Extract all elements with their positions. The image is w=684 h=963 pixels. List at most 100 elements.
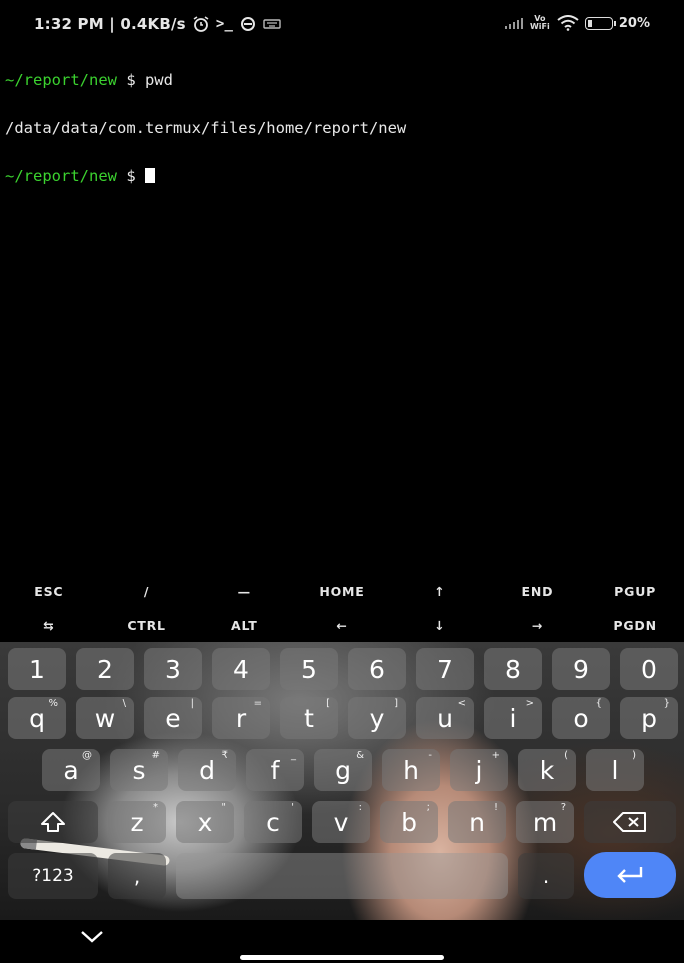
key-2[interactable]: 2 (76, 648, 134, 690)
key-secondary-label: ? (560, 802, 566, 813)
key-label: j (475, 755, 483, 785)
extra-keys-bar: ESC / — HOME ↑ END PGUP ⇆ CTRL ALT ← ↓ →… (0, 574, 684, 642)
key-j[interactable]: j + (450, 749, 508, 791)
key-r[interactable]: r = (212, 697, 270, 739)
extra-key-down-arrow[interactable]: ↓ (391, 608, 489, 642)
key-l[interactable]: l) (586, 749, 644, 791)
key-e[interactable]: e | (144, 697, 202, 739)
extra-key-left-arrow[interactable]: ← (293, 608, 391, 642)
key-label: 5 (301, 654, 317, 684)
time-and-speed: 1:32 PM | 0.4KB/s (34, 15, 186, 33)
key-label: g (335, 755, 351, 785)
key-y[interactable]: y] (348, 697, 406, 739)
key-8[interactable]: 8 (484, 648, 542, 690)
extra-key-esc[interactable]: ESC (0, 574, 98, 608)
extra-key-pgdn[interactable]: PGDN (586, 608, 684, 642)
key-g[interactable]: g & (314, 749, 372, 791)
key-4[interactable]: 4 (212, 648, 270, 690)
key-label: y (369, 703, 385, 733)
key-o[interactable]: o{ (552, 697, 610, 739)
key-9[interactable]: 9 (552, 648, 610, 690)
enter-key[interactable] (584, 852, 676, 898)
key-label: 0 (641, 654, 657, 684)
extra-key-slash[interactable]: / (98, 574, 196, 608)
key-h[interactable]: h- (382, 749, 440, 791)
key-n[interactable]: n! (448, 801, 506, 843)
key-u[interactable]: u < (416, 697, 474, 739)
period-label: . (542, 864, 550, 888)
key-d[interactable]: d ₹ (178, 749, 236, 791)
key-label: c (266, 807, 280, 837)
hide-keyboard-chevron-icon[interactable] (80, 928, 104, 944)
terminal-cursor (144, 167, 155, 183)
key-label: r (235, 703, 247, 733)
terminal-output[interactable]: ~/report/new $ pwd /data/data/com.termux… (5, 42, 406, 199)
key-q[interactable]: q% (8, 697, 66, 739)
command-text: $ pwd (116, 71, 173, 90)
key-k[interactable]: k( (518, 749, 576, 791)
key-label: 1 (29, 654, 45, 684)
comma-key[interactable]: , (108, 853, 166, 899)
gesture-handle[interactable] (240, 955, 444, 960)
key-secondary-label: = (253, 698, 262, 709)
key-t[interactable]: t[ (280, 697, 338, 739)
key-c[interactable]: c ' (244, 801, 302, 843)
key-a[interactable]: a @ (42, 749, 100, 791)
key-0[interactable]: 0 (620, 648, 678, 690)
backspace-key[interactable] (584, 801, 676, 843)
volte-wifi-label: Vo WiFi (529, 14, 550, 31)
enter-icon (617, 867, 643, 883)
key-b[interactable]: b; (380, 801, 438, 843)
key-label: 6 (369, 654, 385, 684)
key-m[interactable]: m? (516, 801, 574, 843)
key-z[interactable]: z * (108, 801, 166, 843)
key-p[interactable]: p} (620, 697, 678, 739)
extra-key-tab[interactable]: ⇆ (0, 608, 98, 642)
period-key[interactable]: . (518, 853, 574, 899)
key-f[interactable]: f _ (246, 749, 304, 791)
key-label: 7 (437, 654, 453, 684)
data-saver-icon (241, 17, 256, 31)
extra-key-right-arrow[interactable]: → (489, 608, 587, 642)
key-i[interactable]: i > (484, 697, 542, 739)
key-v[interactable]: v: (312, 801, 370, 843)
key-label: m (532, 807, 558, 837)
key-x[interactable]: x " (176, 801, 234, 843)
extra-key-home[interactable]: HOME (293, 574, 391, 608)
key-secondary-label: ' (291, 802, 294, 813)
soft-keyboard: ?123 , . 1 2 3 4 5 6 7 8 9 0 q% w \ e | r = t[y] u < i > o{p} a… (0, 642, 684, 920)
key-secondary-label: \ (122, 698, 126, 709)
key-label: n (469, 807, 485, 837)
extra-key-up-arrow[interactable]: ↑ (391, 574, 489, 608)
key-5[interactable]: 5 (280, 648, 338, 690)
key-secondary-label: % (48, 698, 58, 709)
battery-percent: 20% (618, 15, 650, 31)
key-3[interactable]: 3 (144, 648, 202, 690)
terminal-line: /data/data/com.termux/files/home/report/… (5, 120, 406, 137)
symbols-key[interactable]: ?123 (8, 853, 98, 899)
key-6[interactable]: 6 (348, 648, 406, 690)
key-7[interactable]: 7 (416, 648, 474, 690)
extra-key-dash[interactable]: — (195, 574, 293, 608)
key-s[interactable]: s # (110, 749, 168, 791)
key-secondary-label: } (663, 698, 670, 709)
key-label: a (63, 755, 79, 785)
key-w[interactable]: w \ (76, 697, 134, 739)
key-secondary-label: " (221, 802, 226, 813)
extra-key-end[interactable]: END (489, 574, 587, 608)
key-1[interactable]: 1 (8, 648, 66, 690)
space-bar[interactable] (176, 853, 508, 899)
key-secondary-label: ! (493, 802, 498, 813)
extra-key-pgup[interactable]: PGUP (586, 574, 684, 608)
extra-key-ctrl[interactable]: CTRL (98, 608, 196, 642)
wifi-icon (557, 15, 579, 31)
key-label: e (165, 703, 181, 733)
extra-key-alt[interactable]: ALT (195, 608, 293, 642)
prompt-path: ~/report/new (5, 166, 117, 185)
key-label: b (401, 807, 417, 837)
shift-key[interactable] (8, 801, 98, 843)
key-secondary-label: & (356, 750, 364, 761)
status-bar: 1:32 PM | 0.4KB/s >_ Vo WiFi 20% (0, 0, 684, 42)
key-secondary-label: _ (291, 750, 296, 761)
key-label: f (270, 755, 280, 785)
